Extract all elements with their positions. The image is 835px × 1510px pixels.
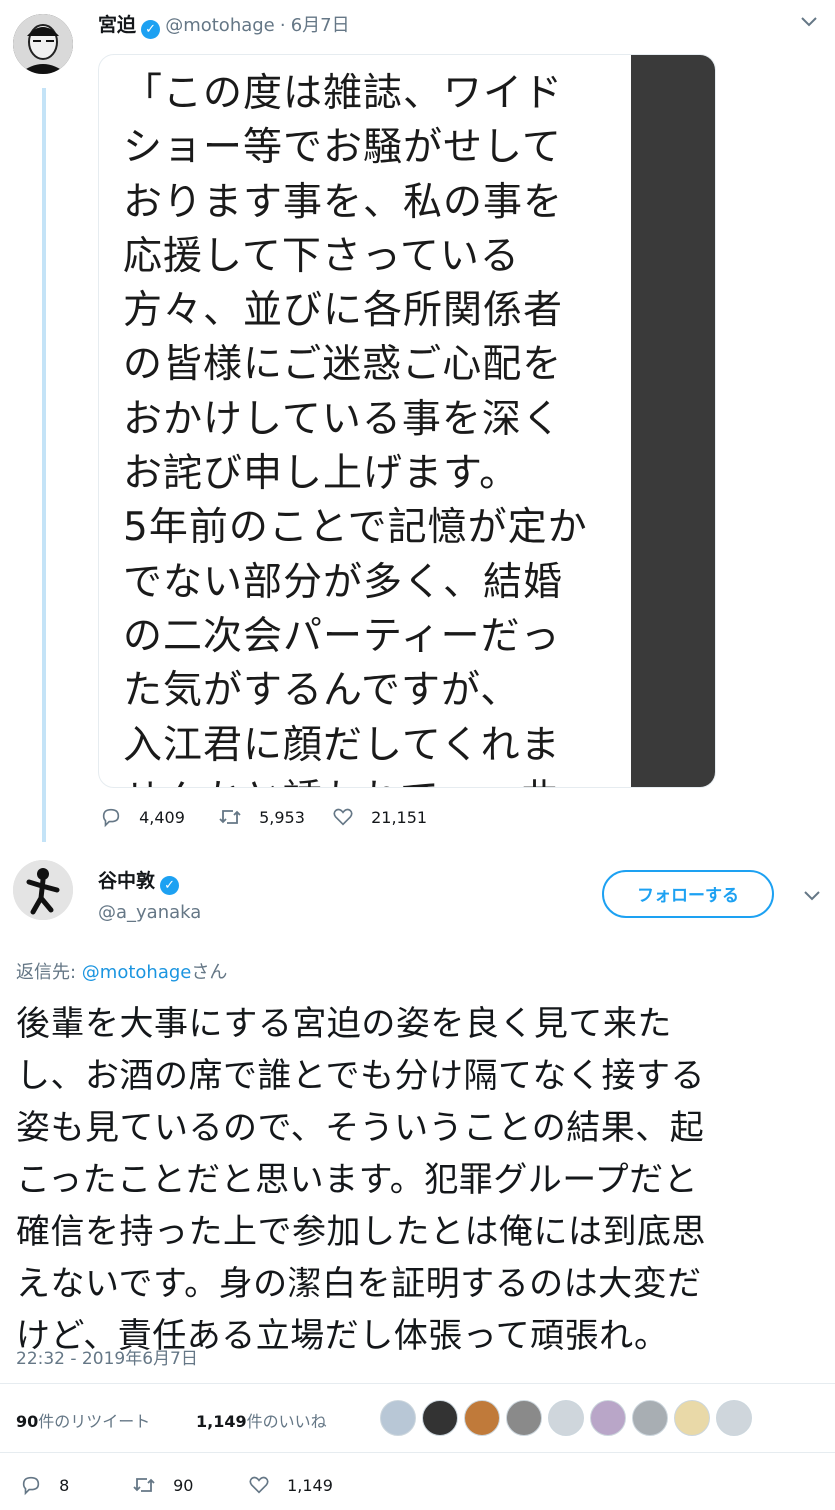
liker-avatar[interactable] xyxy=(506,1400,542,1436)
retweet-stat-label: 件のリツイート xyxy=(38,1412,151,1431)
tweet2-author-name[interactable]: 谷中敦 xyxy=(98,870,155,892)
liker-avatar[interactable] xyxy=(548,1400,584,1436)
tweet1-date[interactable]: 6月7日 xyxy=(291,15,350,36)
reply-icon xyxy=(102,808,120,828)
separator-dot: · xyxy=(279,15,286,36)
reply-to-suffix: さん xyxy=(191,962,228,983)
heart-icon xyxy=(249,1476,269,1494)
liker-avatar[interactable] xyxy=(422,1400,458,1436)
reply-to-handle-link[interactable]: @motohage xyxy=(82,962,192,983)
chevron-down-icon[interactable] xyxy=(803,886,821,907)
liker-avatar[interactable] xyxy=(632,1400,668,1436)
media-text-line: 方々、並びに各所関係者 xyxy=(123,288,564,334)
reply-to-prefix: 返信先: xyxy=(16,962,82,983)
avatar-yanaka-image xyxy=(13,860,73,920)
retweet-count: 5,953 xyxy=(259,808,305,827)
thread-connector-line xyxy=(42,88,46,842)
tweet-text-line: 後輩を大事にする宮迫の姿を良く見て来た xyxy=(16,1004,672,1044)
retweet-button[interactable]: 5,953 xyxy=(218,806,305,828)
media-text-line: 「この度は雑誌、ワイド xyxy=(123,71,564,116)
media-text-line: た気がするんですが、 xyxy=(123,668,521,714)
retweet-stat-count: 90 xyxy=(16,1412,39,1431)
media-text-line: おかけしている事を深く xyxy=(123,396,562,442)
like-count: 1,149 xyxy=(287,1476,333,1495)
media-text-line: せんかと誘われて…一曲 xyxy=(123,773,643,787)
heart-icon xyxy=(333,808,353,826)
verified-badge-icon: ✓ xyxy=(160,876,180,895)
liker-avatar[interactable] xyxy=(590,1400,626,1436)
verified-badge-icon: ✓ xyxy=(141,20,161,39)
tweet2-header: 谷中敦 ✓ xyxy=(98,866,180,895)
tweet1-actions: 4,409 5,953 21,151 xyxy=(100,806,600,832)
media-text-line: 応援して下さっている xyxy=(123,233,520,279)
tweet-text-line: えないです。身の潔白を証明するのは大変だ xyxy=(16,1264,702,1304)
media-text-line: の皆様にご迷惑ご心配を xyxy=(123,342,563,388)
media-dark-edge xyxy=(631,55,715,787)
liker-avatar[interactable] xyxy=(380,1400,416,1436)
media-text-line: 5年前のことで記憶が定か xyxy=(123,505,588,551)
like-stat-label: 件のいいね xyxy=(246,1412,327,1431)
reply-count: 8 xyxy=(59,1476,70,1495)
reply-to-line: 返信先: @motohageさん xyxy=(16,958,227,984)
retweet-stats-link[interactable]: 90件のリツイート xyxy=(16,1408,150,1432)
liker-avatar[interactable] xyxy=(716,1400,752,1436)
retweet-icon xyxy=(219,810,241,824)
tweet-text-line: 確信を持った上で参加したとは俺には到底思 xyxy=(16,1212,706,1252)
follow-button[interactable]: フォローする xyxy=(602,870,774,918)
tweet-text-line: 姿も見ているので、そういうことの結果、起 xyxy=(16,1108,705,1148)
like-stat-count: 1,149 xyxy=(196,1412,247,1431)
tweet-text-line: こったことだと思います。犯罪グループだと xyxy=(16,1160,699,1200)
liker-avatar[interactable] xyxy=(674,1400,710,1436)
tweet2-body-text: 後輩を大事にする宮迫の姿を良く見て来た し、お酒の席で誰とでも分け隔てなく接する姿… xyxy=(16,998,816,1362)
divider xyxy=(0,1383,835,1384)
liker-avatar[interactable] xyxy=(464,1400,500,1436)
avatar-yanaka[interactable] xyxy=(13,860,73,920)
retweet-icon xyxy=(133,1478,155,1492)
media-image-text: 「この度は雑誌、ワイド ショー等でお騒がせして おります事を、私の事を 応援して下さっ… xyxy=(123,67,643,787)
media-text-line: おります事を、私の事を xyxy=(123,179,564,225)
tweet1-handle[interactable]: @motohage xyxy=(165,15,275,36)
media-text-line: お詫び申し上げます。 xyxy=(123,451,520,497)
like-count: 21,151 xyxy=(371,808,428,827)
tweet2-actions: 8 90 1,149 xyxy=(20,1474,520,1500)
tweet1-media-image[interactable]: 「この度は雑誌、ワイド ショー等でお騒がせして おります事を、私の事を 応援して下さっ… xyxy=(98,54,716,788)
media-text-line: 入江君に顔だしてくれま xyxy=(123,722,561,768)
like-stats-link[interactable]: 1,149件のいいね xyxy=(196,1408,327,1432)
media-text-line: の二次会パーティーだっ xyxy=(123,613,561,659)
reply-icon xyxy=(22,1476,40,1496)
tweet-text-line: し、お酒の席で誰とでも分け隔てなく接する xyxy=(16,1056,705,1096)
divider xyxy=(0,1452,835,1453)
retweet-button[interactable]: 90 xyxy=(132,1474,193,1496)
media-text-line: ショー等でお騒がせして xyxy=(123,125,562,171)
media-text-line: でない部分が多く、結婚 xyxy=(123,559,564,605)
like-button[interactable]: 21,151 xyxy=(332,806,427,828)
reply-count: 4,409 xyxy=(139,808,185,827)
reply-button[interactable]: 4,409 xyxy=(100,806,185,828)
retweet-count: 90 xyxy=(173,1476,194,1495)
tweet2-timestamp[interactable]: 22:32 - 2019年6月7日 xyxy=(16,1344,198,1369)
reply-button[interactable]: 8 xyxy=(20,1474,69,1496)
tweet1-header: 宮迫 ✓ @motohage · 6月7日 xyxy=(98,10,350,39)
chevron-down-icon[interactable] xyxy=(800,12,818,33)
avatar-miyasako[interactable] xyxy=(13,14,73,74)
tweet2-handle[interactable]: @a_yanaka xyxy=(98,902,201,923)
tweet1-author-name[interactable]: 宮迫 xyxy=(98,14,136,36)
avatar-miyasako-image xyxy=(13,14,73,74)
like-button[interactable]: 1,149 xyxy=(248,1474,333,1496)
